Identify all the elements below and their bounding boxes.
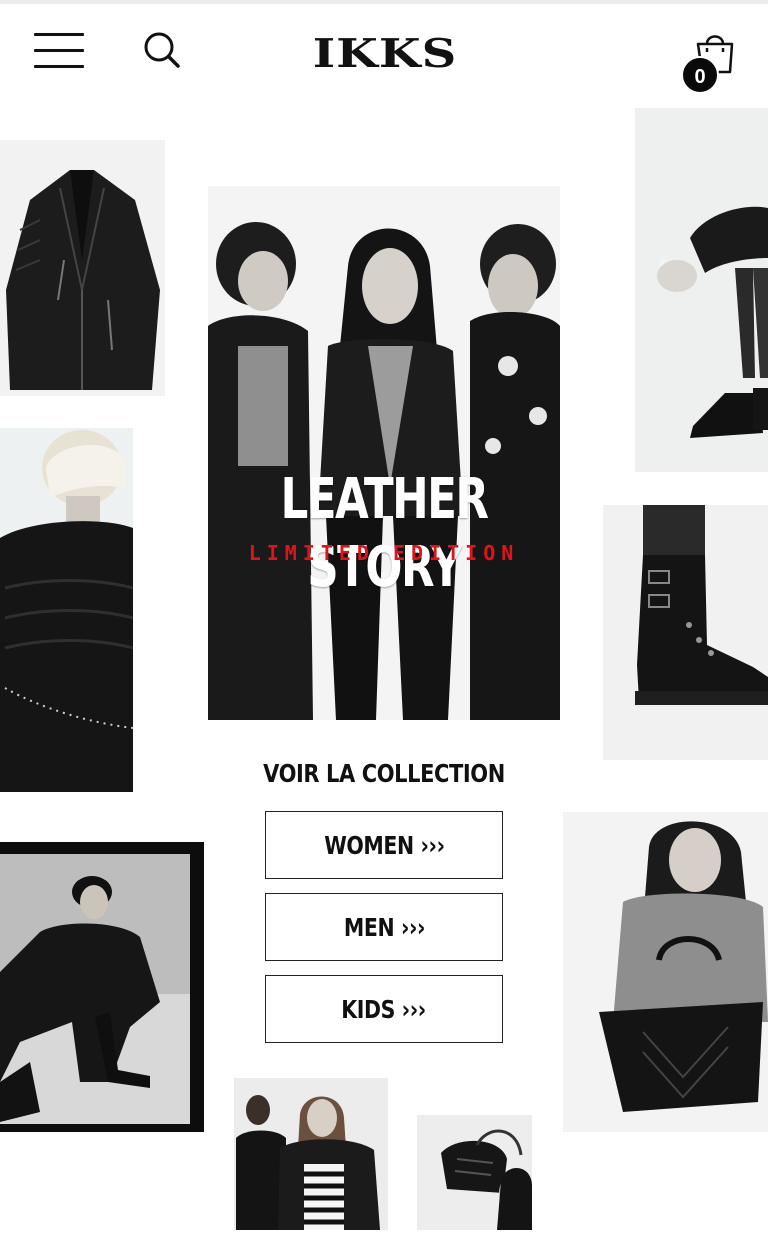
hero-title: LEATHER STORY: [280, 467, 490, 600]
kids-button[interactable]: KIDS ›››: [265, 975, 503, 1043]
hamburger-menu-icon[interactable]: [34, 30, 86, 70]
men-button-label: MEN ›››: [343, 912, 425, 942]
women-button[interactable]: WOMEN ›››: [265, 811, 503, 879]
photo-two-models[interactable]: [234, 1078, 388, 1230]
cart-count-badge: 0: [681, 56, 719, 94]
collection-heading: VOIR LA COLLECTION: [263, 759, 505, 788]
photo-combat-boot[interactable]: [603, 505, 768, 760]
search-icon[interactable]: [142, 30, 182, 70]
photo-bag-closeup[interactable]: [417, 1115, 532, 1230]
kids-button-label: KIDS ›››: [341, 994, 427, 1024]
brand-logo[interactable]: IKKS: [278, 33, 492, 76]
photo-film-frame-model[interactable]: [0, 842, 204, 1132]
photo-leather-jacket[interactable]: [0, 140, 165, 396]
photo-model-bending[interactable]: [635, 108, 768, 472]
photo-jacket-back[interactable]: [0, 428, 133, 792]
men-button[interactable]: MEN ›››: [265, 893, 503, 961]
photo-model-with-bag[interactable]: [563, 812, 768, 1132]
hero-subtitle: LIMITED EDITION: [248, 541, 520, 565]
hero-banner[interactable]: [208, 186, 560, 720]
women-button-label: WOMEN ›››: [323, 830, 445, 860]
site-header: IKKS 0: [0, 4, 768, 100]
shopping-bag-icon[interactable]: 0: [678, 26, 738, 94]
